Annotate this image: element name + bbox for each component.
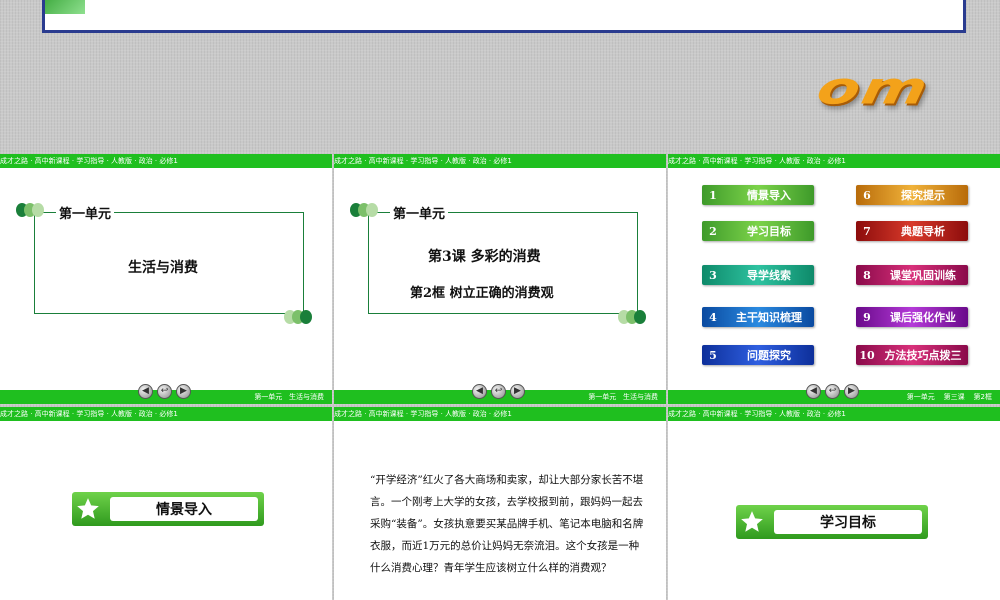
lesson-title: 第3课 多彩的消费	[428, 249, 541, 265]
chevron-right-decor-icon	[284, 310, 312, 324]
slide-thumbnail-6[interactable]: 成才之路 · 高中新课程 · 学习指导 · 人教版 · 政治 · 必修1 学习目…	[668, 407, 1000, 600]
slide-footer: ◀ ↩ ▶ 第一单元 生活与消费	[334, 384, 666, 404]
chevron-left-decor-icon	[350, 203, 378, 217]
menu-button-10[interactable]: 10 方法技巧点拨三	[856, 345, 968, 365]
slide-thumbnail-5[interactable]: 成才之路 · 高中新课程 · 学习指导 · 人教版 · 政治 · 必修1 “开学…	[334, 407, 666, 600]
slide-header: 成才之路 · 高中新课程 · 学习指导 · 人教版 · 政治 · 必修1	[0, 154, 332, 168]
frame-title: 第2框 树立正确的消费观	[410, 286, 554, 301]
footer-label: 第一单元 生活与消费	[588, 393, 658, 401]
prev-icon[interactable]: ◀	[138, 384, 153, 399]
back-icon[interactable]: ↩	[157, 384, 172, 399]
slide-header: 成才之路 · 高中新课程 · 学习指导 · 人教版 · 政治 · 必修1	[668, 154, 1000, 168]
nav-buttons: ◀ ↩ ▶	[138, 384, 195, 399]
button-label: 学习目标	[774, 510, 922, 534]
slide-thumbnail-3[interactable]: 成才之路 · 高中新课程 · 学习指导 · 人教版 · 政治 · 必修1 1 情景…	[668, 154, 1000, 404]
menu-button-7[interactable]: 7 典题导析	[856, 221, 968, 241]
slide-thumbnail-2[interactable]: 成才之路 · 高中新课程 · 学习指导 · 人教版 · 政治 · 必修1 第一单…	[334, 154, 666, 404]
chevron-right-decor-icon	[618, 310, 646, 324]
banner-green-strip	[45, 0, 85, 14]
unit-title: 第一单元	[56, 203, 115, 222]
scenario-paragraph: “开学经济”红火了各大商场和卖家，却让大部分家长苦不堪言。一个刚考上大学的女孩，…	[370, 474, 644, 574]
chevron-left-decor-icon	[16, 203, 44, 217]
slide-footer: ◀ ↩ ▶ 第一单元 第三课 第2框	[668, 384, 1000, 404]
unit-title: 第一单元	[390, 203, 449, 222]
top-slide-banner	[42, 0, 966, 33]
next-icon[interactable]: ▶	[176, 384, 191, 399]
star-icon	[72, 494, 104, 524]
menu-button-3[interactable]: 3 导学线索	[702, 265, 814, 285]
slide-header: 成才之路 · 高中新课程 · 学习指导 · 人教版 · 政治 · 必修1	[0, 407, 332, 421]
wordart-logo: om	[812, 61, 935, 115]
menu-button-9[interactable]: 9 课后强化作业	[856, 307, 968, 327]
back-icon[interactable]: ↩	[491, 384, 506, 399]
prev-icon[interactable]: ◀	[806, 384, 821, 399]
nav-buttons: ◀ ↩ ▶	[806, 384, 863, 399]
footer-label: 第一单元 生活与消费	[254, 393, 324, 401]
next-icon[interactable]: ▶	[844, 384, 859, 399]
scene-intro-button[interactable]: 情景导入	[72, 492, 264, 526]
slide-header: 成才之路 · 高中新课程 · 学习指导 · 人教版 · 政治 · 必修1	[334, 407, 666, 421]
button-label: 情景导入	[110, 497, 258, 521]
menu-button-4[interactable]: 4 主干知识梳理	[702, 307, 814, 327]
menu-button-6[interactable]: 6 探究提示	[856, 185, 968, 205]
slide-thumbnail-4[interactable]: 成才之路 · 高中新课程 · 学习指导 · 人教版 · 政治 · 必修1 情景导…	[0, 407, 332, 600]
slide-header: 成才之路 · 高中新课程 · 学习指导 · 人教版 · 政治 · 必修1	[668, 407, 1000, 421]
slide-title: 生活与消费	[128, 260, 198, 276]
next-icon[interactable]: ▶	[510, 384, 525, 399]
menu-button-8[interactable]: 8 课堂巩固训练	[856, 265, 968, 285]
slide-header: 成才之路 · 高中新课程 · 学习指导 · 人教版 · 政治 · 必修1	[334, 154, 666, 168]
footer-label: 第一单元 第三课 第2框	[906, 393, 992, 401]
prev-icon[interactable]: ◀	[472, 384, 487, 399]
slide-footer: ◀ ↩ ▶ 第一单元 生活与消费	[0, 384, 332, 404]
learning-goals-button[interactable]: 学习目标	[736, 505, 928, 539]
slide-thumbnail-1[interactable]: 成才之路 · 高中新课程 · 学习指导 · 人教版 · 政治 · 必修1 第一单…	[0, 154, 332, 404]
star-icon	[736, 507, 768, 537]
menu-button-5[interactable]: 5 问题探究	[702, 345, 814, 365]
back-icon[interactable]: ↩	[825, 384, 840, 399]
nav-buttons: ◀ ↩ ▶	[472, 384, 529, 399]
menu-button-1[interactable]: 1 情景导入	[702, 185, 814, 205]
menu-button-2[interactable]: 2 学习目标	[702, 221, 814, 241]
